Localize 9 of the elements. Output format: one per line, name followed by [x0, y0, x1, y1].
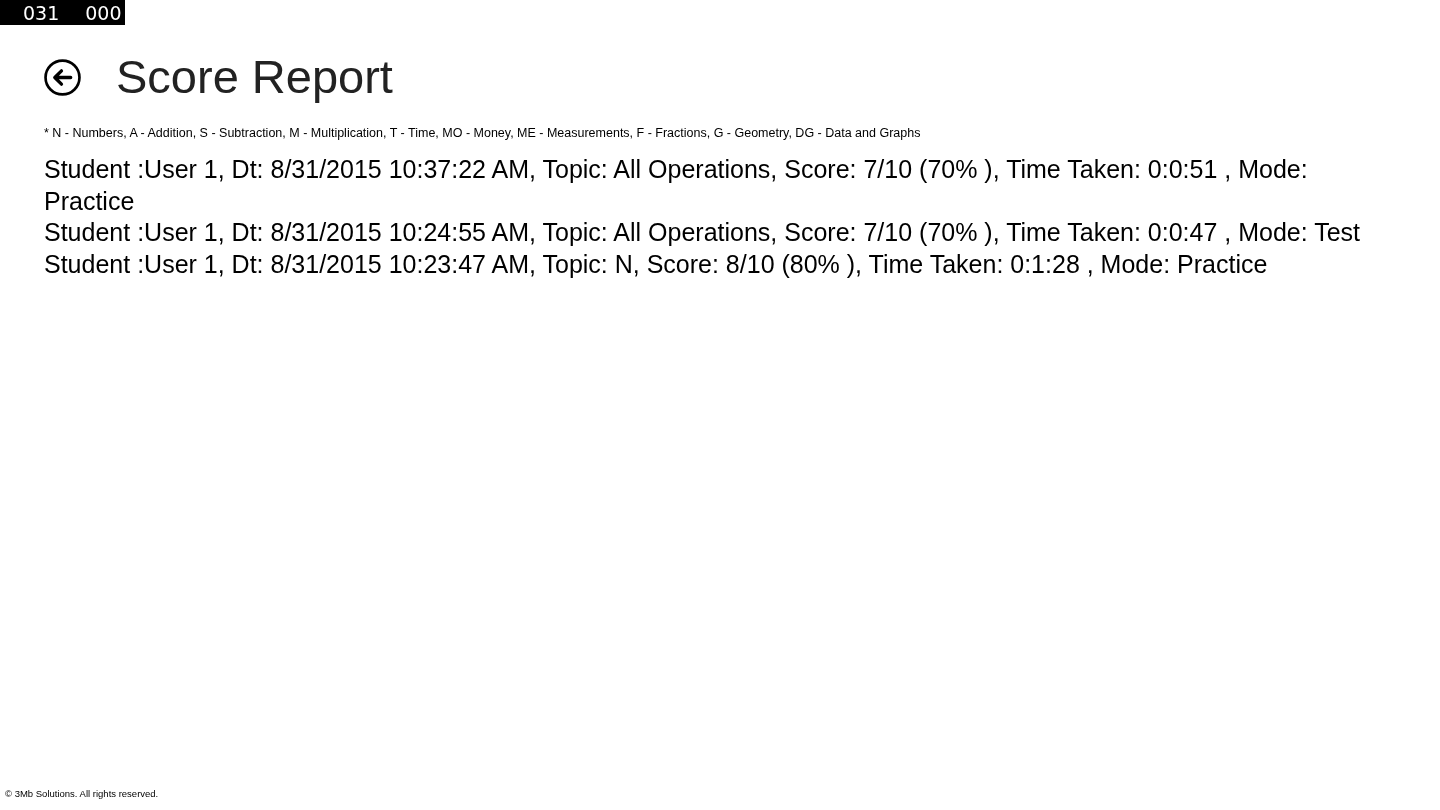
score-record: Student :User 1, Dt: 8/31/2015 10:37:22 AM, Topic: All Operations, Score: 7/10 (70% ), Time Taken: 0:0:51 , Mode: Practice [44, 154, 1309, 217]
copyright-text: © 3Mb Solutions. All rights reserved. [5, 788, 160, 800]
score-record: Student :User 1, Dt: 8/31/2015 10:24:55 AM, Topic: All Operations, Score: 7/10 (70% ), Time Taken: 0:0:47 , Mode: Test [44, 217, 1362, 248]
score-record: Student :User 1, Dt: 8/31/2015 10:23:47 AM, Topic: N, Score: 8/10 (80% ), Time Taken: 0:1:28 , Mode: Practice [44, 248, 1269, 280]
counter-value: 031 [23, 1, 60, 24]
counter-value: 000 [85, 1, 122, 24]
legend-text: * N - Numbers, A - Addition, S - Subtraction, M - Multiplication, T - Time, MO - Money, ME - Measurements, F - Fractions, G - Geometry, DG - Data and Graphs [44, 125, 922, 141]
page-title: Score Report [116, 49, 393, 105]
back-icon[interactable] [44, 58, 81, 96]
